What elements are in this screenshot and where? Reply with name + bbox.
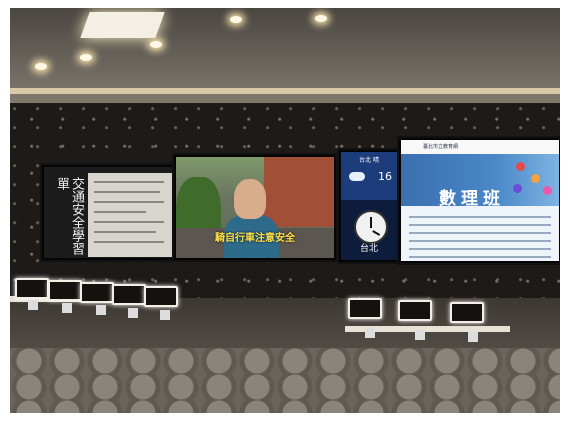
network-node (516, 162, 525, 171)
weather-panel: 台北 晴 16 (341, 152, 397, 200)
ceiling-lamp (150, 41, 162, 48)
monitor-left: 交通安全學習單 (40, 163, 176, 262)
screen-website: 臺北市立教育網 數理班 (401, 140, 559, 261)
table-row (409, 224, 551, 226)
text-line (94, 191, 160, 193)
screen-weather: 台北 晴 16 台北 (341, 152, 397, 260)
tablet-stand (96, 305, 106, 315)
clock-hand (372, 230, 381, 236)
table-row (409, 256, 551, 258)
display-tablet (15, 278, 49, 299)
skylight (80, 12, 165, 38)
ceiling (10, 8, 560, 113)
video-subtitle: 騎自行車注意安全 (215, 233, 295, 244)
display-tablet (450, 302, 484, 323)
table-row (409, 248, 551, 250)
ceiling-lamp (80, 54, 92, 61)
display-tablet (48, 280, 82, 301)
tablet-stand (160, 310, 170, 320)
photo-frame: 交通安全學習單 騎自行車注意安全 台北 晴 16 台北 臺北市立教育網 數理班 (10, 8, 560, 413)
network-node (513, 184, 522, 193)
tablet-stand (28, 300, 38, 310)
text-line (94, 221, 164, 223)
table-row (409, 216, 551, 218)
tablet-stand (128, 308, 138, 318)
text-line (94, 181, 164, 183)
document-page (88, 173, 172, 257)
text-line (94, 241, 164, 243)
building (264, 157, 334, 227)
monitor-website: 臺北市立教育網 數理班 (397, 136, 560, 265)
display-tablet (112, 284, 146, 305)
display-tablet (80, 282, 114, 303)
acoustic-panel (10, 348, 560, 413)
monitor-weather: 台北 晴 16 台北 (337, 148, 401, 264)
table-row (409, 232, 551, 234)
clock-hand (370, 217, 372, 228)
site-brand: 臺北市立教育網 (423, 144, 459, 150)
content-table (409, 212, 551, 258)
site-header: 臺北市立教育網 (401, 140, 559, 154)
text-line (94, 231, 156, 233)
cloud-icon (349, 172, 365, 181)
light-strip (10, 88, 560, 94)
ceiling-lamp (230, 16, 242, 23)
tablet-stand (415, 330, 425, 340)
site-banner: 數理班 (401, 154, 559, 209)
city-label: 台北 (359, 244, 378, 254)
cyclist-head (234, 179, 266, 219)
banner-title: 數理班 (439, 189, 505, 209)
weather-temp: 16 (378, 170, 392, 183)
monitor-video: 騎自行車注意安全 (172, 153, 338, 262)
display-tablet (348, 298, 382, 319)
network-node (531, 174, 540, 183)
display-tablet (398, 300, 432, 321)
table-row (409, 240, 551, 242)
ceiling-lamp (35, 63, 47, 70)
network-node (543, 186, 552, 195)
text-line (94, 201, 164, 203)
clock-icon (354, 210, 388, 244)
tablet-stand (62, 303, 72, 313)
tablet-stand (468, 332, 478, 342)
text-line (94, 211, 146, 213)
screen-video: 騎自行車注意安全 (176, 157, 334, 258)
display-tablet (144, 286, 178, 307)
left-title: 交通安全學習單 (54, 177, 84, 255)
tablet-stand (365, 328, 375, 338)
screen-left: 交通安全學習單 (44, 167, 172, 258)
ceiling-lamp (315, 15, 327, 22)
weather-header: 台北 晴 (359, 157, 379, 164)
